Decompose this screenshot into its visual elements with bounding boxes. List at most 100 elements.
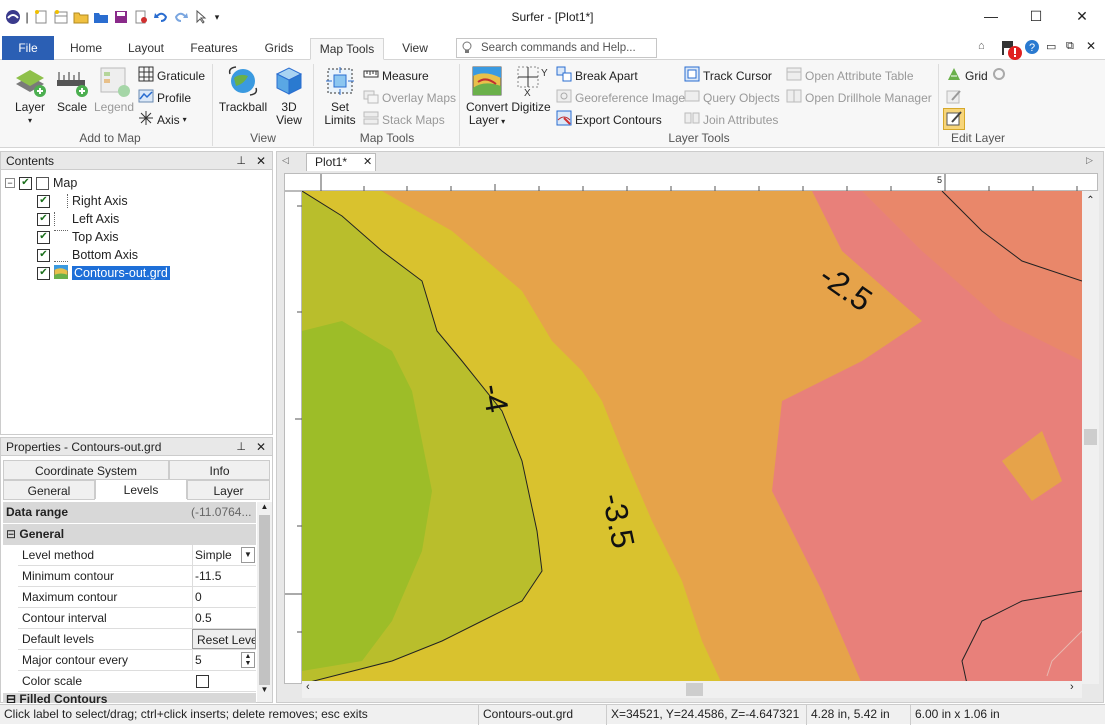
- tab-map-tools[interactable]: Map Tools: [310, 38, 384, 60]
- axis-button[interactable]: Axis ▾: [138, 110, 187, 129]
- tab-file[interactable]: File: [2, 36, 54, 60]
- measure-button[interactable]: Measure: [363, 66, 429, 85]
- scroll-right-icon[interactable]: ›: [1070, 681, 1074, 693]
- scroll-thumb[interactable]: [686, 683, 703, 696]
- close-tab-icon[interactable]: ✕: [363, 154, 372, 171]
- profile-button[interactable]: Profile: [138, 88, 191, 107]
- scale-button[interactable]: Scale: [54, 64, 90, 114]
- bottom-axis-icon: [54, 248, 68, 262]
- ribbon-minimize-icon[interactable]: ▭: [1046, 40, 1056, 53]
- legend-button[interactable]: Legend: [92, 64, 136, 114]
- tree-item-top-axis[interactable]: ✔ Top Axis: [37, 228, 119, 246]
- 3d-view-button[interactable]: 3D View: [272, 64, 306, 127]
- tree-item-right-axis[interactable]: ✔ Right Axis: [37, 192, 128, 210]
- property-minimum-contour[interactable]: Minimum contour -11.5: [18, 566, 256, 587]
- tree-item-contours[interactable]: ✔ Contours-out.grd: [37, 264, 170, 282]
- properties-scrollbar[interactable]: ▲ ▼: [257, 502, 272, 702]
- property-level-method[interactable]: Level method Simple ▼: [18, 545, 256, 566]
- trackball-button[interactable]: Trackball: [218, 64, 268, 114]
- tree-item-map[interactable]: − ✔ Map: [5, 174, 77, 192]
- visibility-checkbox[interactable]: ✔: [37, 194, 50, 208]
- visibility-checkbox[interactable]: ✔: [37, 266, 50, 280]
- open-drillhole-manager-button[interactable]: Open Drillhole Manager: [786, 88, 932, 107]
- visibility-checkbox[interactable]: ✔: [19, 176, 32, 190]
- property-color-scale[interactable]: Color scale: [18, 671, 256, 692]
- tab-scroll-left-icon[interactable]: ◁: [282, 155, 289, 166]
- property-default-levels[interactable]: Default levelsReset Levels: [18, 629, 256, 650]
- property-contour-interval[interactable]: Contour interval 0.5: [18, 608, 256, 629]
- join-attributes-button[interactable]: Join Attributes: [684, 110, 778, 129]
- query-objects-button[interactable]: Query Objects: [684, 88, 780, 107]
- close-panel-icon[interactable]: ✕: [256, 438, 266, 456]
- tab-scroll-right-icon[interactable]: ▷: [1086, 155, 1093, 166]
- track-cursor-button[interactable]: Track Cursor: [684, 66, 772, 85]
- search-input[interactable]: Search commands and Help...: [456, 38, 657, 58]
- section-collapse-icon[interactable]: ⊟: [6, 527, 16, 541]
- export-contours-button[interactable]: Export Contours: [556, 110, 662, 129]
- minimize-button[interactable]: —: [968, 0, 1014, 32]
- tab-layout[interactable]: Layout: [120, 38, 172, 60]
- join-attributes-icon: [684, 110, 700, 129]
- tab-grids[interactable]: Grids: [256, 38, 302, 60]
- dropdown-chevron-icon[interactable]: ▼: [241, 547, 255, 563]
- convert-layer-button[interactable]: Convert Layer ▾: [464, 64, 510, 128]
- grid-edit-button[interactable]: Grid: [946, 66, 1007, 85]
- tab-coordinate-system[interactable]: Coordinate System: [3, 460, 169, 480]
- vertical-scrollbar[interactable]: ⌃: [1082, 191, 1099, 684]
- scroll-thumb[interactable]: [259, 515, 270, 685]
- title-bar: | ▾ Surfer - [Plot1*] — ☐ ✕: [0, 0, 1105, 36]
- scroll-up-icon[interactable]: ▲: [257, 502, 272, 511]
- close-panel-icon[interactable]: ✕: [256, 152, 266, 170]
- section-general[interactable]: ⊟ General: [3, 524, 256, 545]
- georeference-image-button[interactable]: Georeference Image: [556, 88, 685, 107]
- scroll-thumb[interactable]: [1084, 429, 1097, 445]
- section-filled-contours[interactable]: ⊟ Filled Contours: [3, 693, 256, 703]
- grid-settings-icon[interactable]: [991, 66, 1007, 85]
- contour-map[interactable]: -2.5 -4 -3.5: [302, 191, 1082, 684]
- close-button[interactable]: ✕: [1059, 0, 1105, 32]
- set-limits-button[interactable]: Set Limits: [320, 64, 360, 127]
- edit-layer-active-icon[interactable]: [943, 108, 965, 130]
- collapse-ribbon-icon[interactable]: ⌂: [978, 40, 985, 52]
- stack-maps-button[interactable]: Stack Maps: [363, 110, 445, 129]
- pin-icon[interactable]: ⊥: [236, 438, 246, 456]
- grid-edit-icon: [946, 66, 962, 85]
- maximize-button[interactable]: ☐: [1013, 0, 1059, 32]
- color-scale-checkbox[interactable]: [196, 675, 209, 688]
- edit-layer-pencil-icon[interactable]: [946, 88, 962, 107]
- property-major-contour-every[interactable]: Major contour every 5 ▲ ▼: [18, 650, 256, 671]
- tab-home[interactable]: Home: [60, 38, 112, 60]
- graticule-button[interactable]: Graticule: [138, 66, 205, 85]
- tree-item-left-axis[interactable]: ✔ Left Axis: [37, 210, 119, 228]
- reset-levels-button[interactable]: Reset Levels: [192, 629, 256, 649]
- tab-view[interactable]: View: [392, 38, 438, 60]
- tab-info[interactable]: Info: [169, 460, 270, 480]
- horizontal-scrollbar[interactable]: ‹ ›: [302, 681, 1082, 698]
- close-document-icon[interactable]: ✕: [1086, 39, 1096, 53]
- scroll-up-icon[interactable]: ⌃: [1082, 195, 1099, 206]
- help-icon[interactable]: ?: [1024, 39, 1040, 58]
- visibility-checkbox[interactable]: ✔: [37, 212, 50, 226]
- scroll-left-icon[interactable]: ‹: [306, 681, 310, 693]
- document-tab-plot1[interactable]: Plot1* ✕: [306, 153, 376, 171]
- spinner-icon[interactable]: ▲ ▼: [241, 652, 255, 668]
- scroll-down-icon[interactable]: ▼: [257, 685, 272, 694]
- layer-button[interactable]: Layer ▾: [10, 64, 50, 127]
- map-canvas[interactable]: -2.5 -4 -3.5: [302, 191, 1082, 684]
- open-attribute-table-button[interactable]: Open Attribute Table: [786, 66, 914, 85]
- visibility-checkbox[interactable]: ✔: [37, 248, 50, 262]
- tab-general[interactable]: General: [3, 480, 95, 500]
- pin-icon[interactable]: ⊥: [236, 152, 246, 170]
- tab-features[interactable]: Features: [184, 38, 244, 60]
- tree-item-bottom-axis[interactable]: ✔ Bottom Axis: [37, 246, 138, 264]
- break-apart-button[interactable]: Break Apart: [556, 66, 638, 85]
- overlay-maps-button[interactable]: Overlay Maps: [363, 88, 456, 107]
- tab-layer[interactable]: Layer: [187, 480, 270, 500]
- tab-levels[interactable]: Levels: [95, 479, 187, 499]
- restore-document-icon[interactable]: ⧉: [1066, 40, 1074, 53]
- property-maximum-contour[interactable]: Maximum contour 0: [18, 587, 256, 608]
- digitize-button[interactable]: YX Digitize: [510, 64, 552, 114]
- tree-collapse-icon[interactable]: −: [5, 178, 15, 188]
- visibility-checkbox[interactable]: ✔: [37, 230, 50, 244]
- group-label-view: View: [250, 131, 276, 145]
